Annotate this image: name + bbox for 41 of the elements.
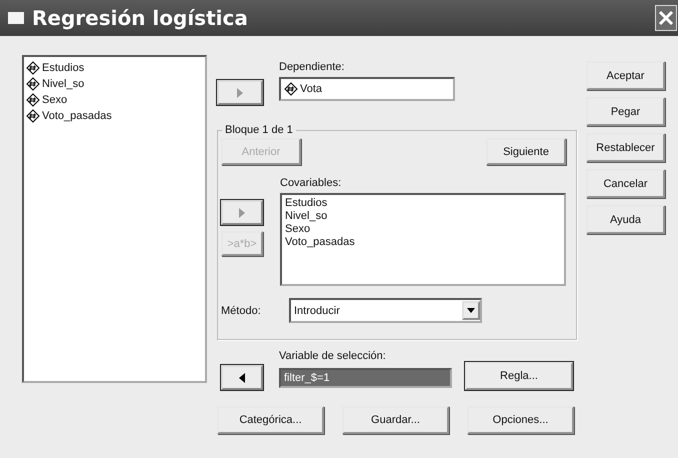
variable-name[interactable]: Estudios xyxy=(42,62,84,74)
next-button[interactable]: Siguiente xyxy=(486,138,566,165)
covariate-item[interactable]: Voto_pasadas xyxy=(285,236,561,249)
right-triangle-icon xyxy=(239,208,245,218)
covariate-item[interactable]: Estudios xyxy=(285,197,561,210)
method-label: Método: xyxy=(221,304,262,318)
left-triangle-icon xyxy=(239,372,245,382)
dialog-button[interactable]: Categórica... xyxy=(217,406,324,434)
block-title: Bloque 1 de 1 xyxy=(224,124,294,136)
close-icon xyxy=(658,10,674,26)
variable-name[interactable]: Nivel_so xyxy=(42,78,84,90)
dialog-button[interactable]: Cancelar xyxy=(586,169,665,198)
scale-variable-icon xyxy=(26,109,40,123)
variable-list[interactable]: Estudios Nivel_so Sexo Voto_pasadas xyxy=(22,55,207,383)
covariates-label: Covariables: xyxy=(280,176,342,191)
dialog-button[interactable]: Guardar... xyxy=(342,406,449,434)
dependent-field[interactable]: Vota xyxy=(279,77,455,101)
dialog-button[interactable]: Restablecer xyxy=(586,133,665,162)
window-icon xyxy=(8,12,24,24)
rule-button[interactable]: Regla... xyxy=(465,362,573,390)
covariate-item[interactable]: Sexo xyxy=(285,223,561,236)
right-triangle-icon xyxy=(237,88,243,98)
dialog-button[interactable]: Pegar xyxy=(586,97,665,126)
window-title: Regresión logística xyxy=(32,6,249,30)
scale-variable-icon xyxy=(26,77,40,91)
close-button[interactable] xyxy=(655,5,677,31)
covariates-list[interactable]: Estudios Nivel_so Sexo Voto_pasadas xyxy=(280,193,566,286)
dependent-label: Dependiente: xyxy=(279,60,346,75)
dialog-button[interactable]: Opciones... xyxy=(467,406,574,434)
method-dropdown[interactable]: Introducir xyxy=(289,298,482,323)
scale-variable-icon xyxy=(284,82,298,96)
covariate-item[interactable]: Nivel_so xyxy=(285,210,561,223)
dialog-button[interactable]: Ayuda xyxy=(586,205,665,234)
variable-name[interactable]: Voto_pasadas xyxy=(42,110,112,122)
dialog-button[interactable]: Aceptar xyxy=(586,61,665,90)
selection-variable-label: Variable de selección: xyxy=(279,349,387,364)
selection-variable-field[interactable]: filter_$=1 xyxy=(279,368,452,388)
scale-variable-icon xyxy=(26,61,40,75)
move-arrow-button[interactable] xyxy=(221,365,263,390)
scale-variable-icon xyxy=(26,93,40,107)
variable-name[interactable]: Sexo xyxy=(42,94,68,106)
